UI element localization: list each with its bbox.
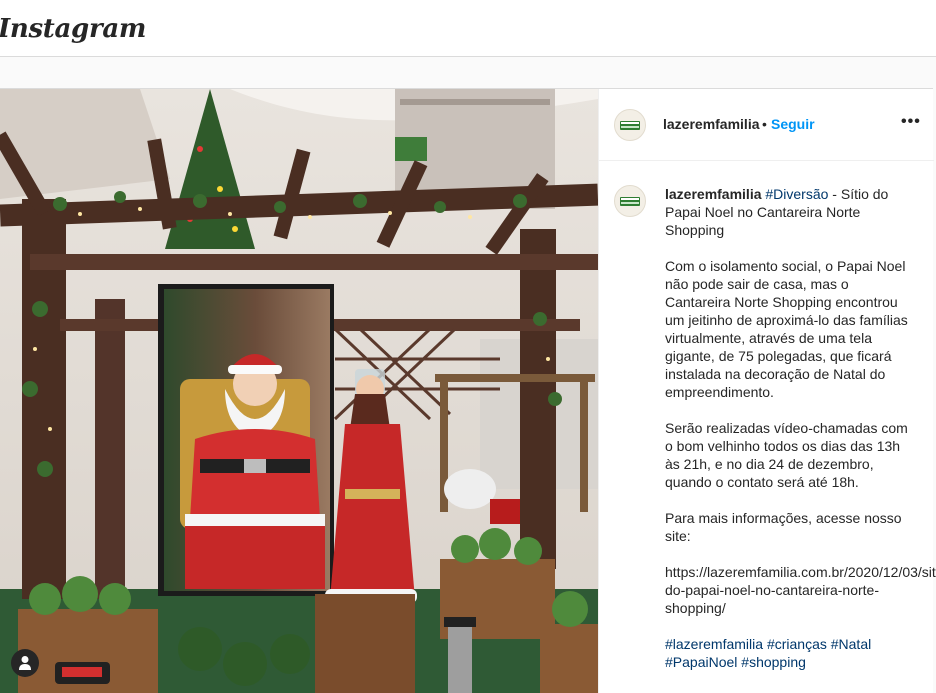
post-container: lazeremfamilia • Seguir ••• lazeremfamil… xyxy=(0,88,936,693)
post-media[interactable] xyxy=(0,89,598,693)
more-options-icon[interactable]: ••• xyxy=(901,113,921,131)
instagram-logo[interactable]: Instagram xyxy=(0,14,146,44)
hashtag-link[interactable]: #Natal xyxy=(831,636,871,652)
hashtag-link[interactable]: #shopping xyxy=(741,654,806,670)
hashtag-link[interactable]: #crianças xyxy=(767,636,827,652)
follow-button[interactable]: Seguir xyxy=(771,116,815,132)
top-navigation-bar: Instagram xyxy=(0,0,936,57)
caption-link: https://lazeremfamilia.com.br/2020/12/03… xyxy=(665,564,936,616)
caption-paragraph: Serão realizadas vídeo-chamadas com o bo… xyxy=(665,420,908,490)
caption-avatar[interactable] xyxy=(614,185,646,217)
separator-dot: • xyxy=(762,116,767,132)
post-caption: lazeremfamilia #Diversão - Sítio do Papa… xyxy=(665,185,936,689)
post-header: lazeremfamilia • Seguir ••• xyxy=(599,89,934,161)
caption-title: lazeremfamilia #Diversão - Sítio do Papa… xyxy=(665,185,915,239)
hashtag-link[interactable]: #Diversão xyxy=(765,186,828,202)
avatar[interactable] xyxy=(614,109,646,141)
caption-author[interactable]: lazeremfamilia xyxy=(665,186,762,202)
user-tag-icon[interactable] xyxy=(11,649,39,677)
caption-paragraph: Para mais informações, acesse nosso site… xyxy=(665,510,902,544)
hashtag-link[interactable]: #PapaiNoel xyxy=(665,654,737,670)
post-photo xyxy=(0,89,598,693)
caption-hashtags: #lazeremfamilia #crianças #Natal #PapaiN… xyxy=(665,635,915,671)
post-sidebar: lazeremfamilia • Seguir ••• lazeremfamil… xyxy=(598,89,936,693)
caption-paragraph: Com o isolamento social, o Papai Noel nã… xyxy=(665,258,908,400)
header-username[interactable]: lazeremfamilia xyxy=(663,116,760,132)
hashtag-link[interactable]: #lazeremfamilia xyxy=(665,636,763,652)
